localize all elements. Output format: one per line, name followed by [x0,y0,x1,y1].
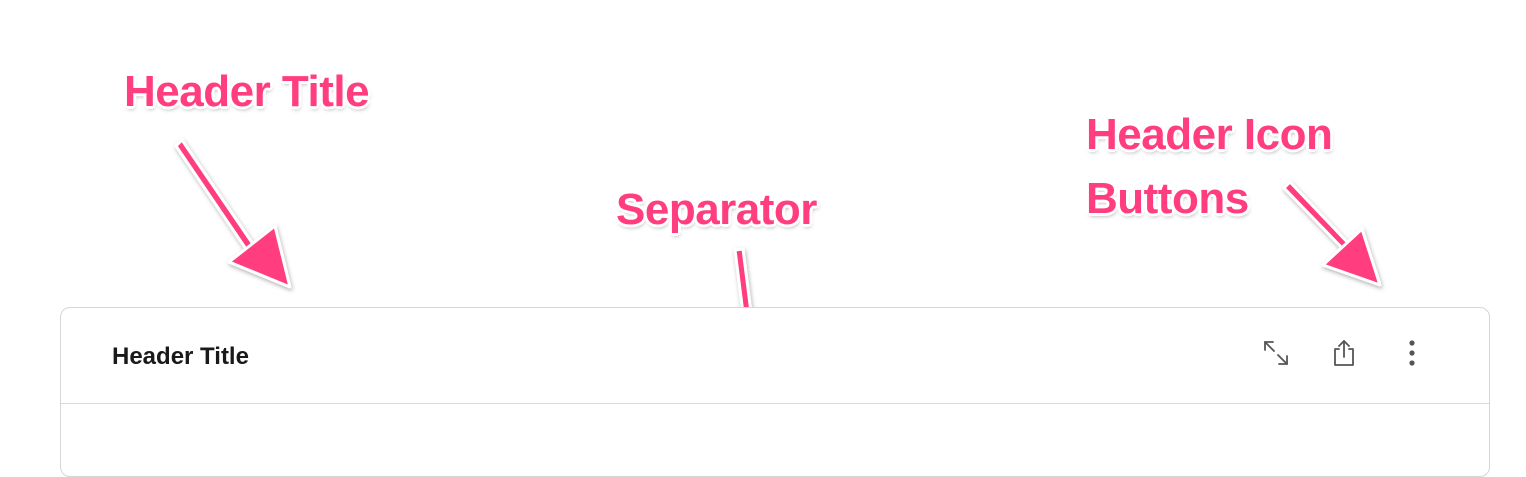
annotation-header-title: Header Title [124,67,370,116]
more-options-button[interactable] [1395,336,1429,370]
arrow-header-title [174,138,292,289]
annotation-separator: Separator [616,185,817,234]
card: Header Title [60,307,1490,477]
annotation-header-icon-buttons-line2: Buttons [1086,174,1249,223]
card-header-title: Header Title [112,343,249,370]
expand-button[interactable] [1259,336,1293,370]
expand-icon [1261,338,1291,368]
card-header: Header Title [61,308,1489,404]
annotation-header-icon-buttons: Header Icon Buttons [1086,103,1333,231]
more-vertical-icon [1397,338,1427,368]
share-icon [1329,338,1359,368]
header-icon-buttons [1259,336,1429,370]
annotation-header-icon-buttons-line1: Header Icon [1086,110,1333,159]
share-button[interactable] [1327,336,1361,370]
